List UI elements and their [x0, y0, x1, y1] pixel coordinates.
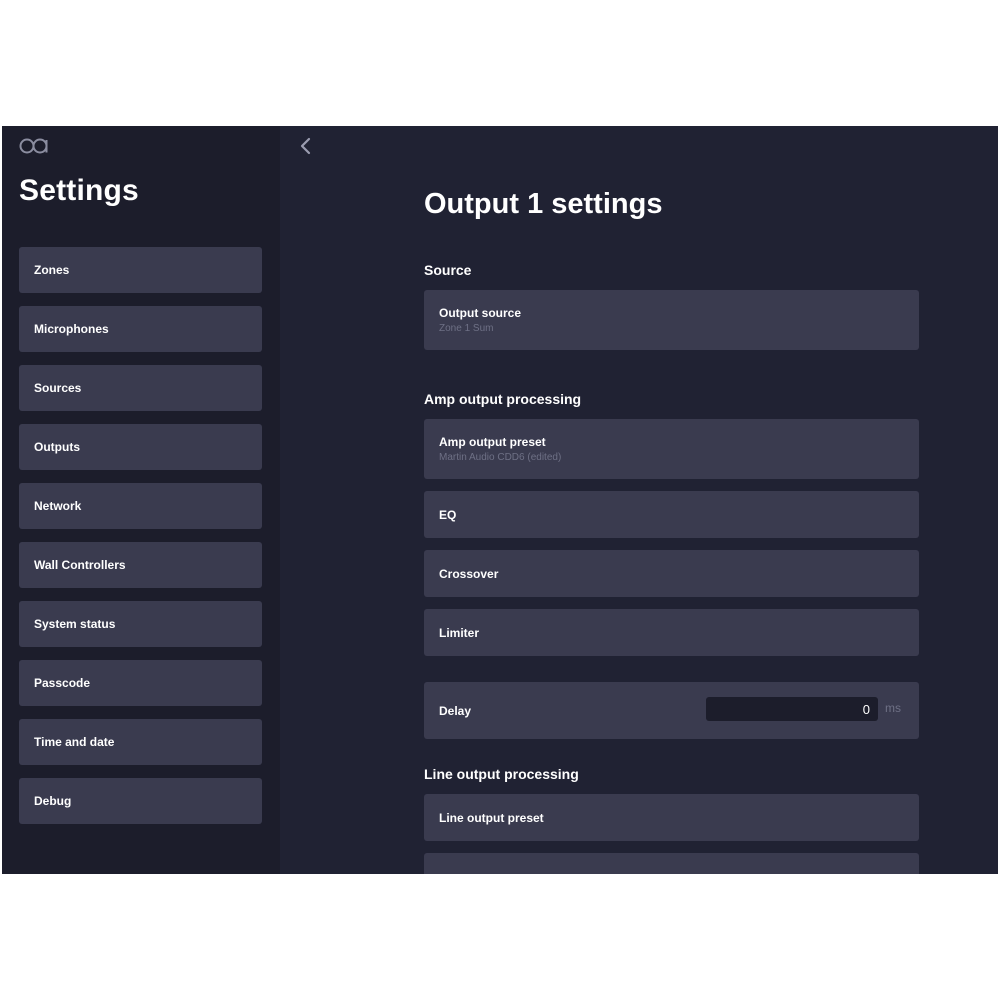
chevron-left-icon [300, 137, 311, 155]
output-source-label: Output source [439, 306, 522, 320]
delay-input[interactable] [706, 697, 878, 721]
back-button[interactable] [294, 134, 318, 158]
line-processing-heading: Line output processing [424, 766, 579, 782]
amp-output-preset-row[interactable]: Amp output preset Martin Audio CDD6 (edi… [424, 419, 919, 479]
delay-row: Delay ms [424, 682, 919, 739]
amp-processing-heading: Amp output processing [424, 391, 582, 407]
sidebar-item-wall-controllers[interactable]: Wall Controllers [19, 542, 262, 588]
amp-eq-row[interactable]: EQ [424, 491, 919, 538]
line-eq-row[interactable]: EQ [424, 853, 919, 874]
sidebar-item-network[interactable]: Network [19, 483, 262, 529]
sidebar-item-zones[interactable]: Zones [19, 247, 262, 293]
page-title: Output 1 settings [424, 188, 663, 220]
delay-label: Delay [439, 703, 472, 718]
sidebar: Settings Zones Microphones Sources Outpu… [2, 126, 280, 874]
delay-unit: ms [885, 701, 901, 715]
line-eq-label: EQ [439, 872, 456, 874]
amp-output-preset-value: Martin Audio CDD6 (edited) [439, 452, 562, 463]
line-output-preset-label: Line output preset [439, 810, 544, 825]
app-window: Settings Zones Microphones Sources Outpu… [2, 126, 998, 874]
sidebar-item-passcode[interactable]: Passcode [19, 660, 262, 706]
sidebar-title: Settings [19, 174, 139, 207]
settings-nav: Zones Microphones Sources Outputs Networ… [19, 247, 262, 837]
crossover-label: Crossover [439, 566, 499, 581]
source-section-heading: Source [424, 262, 472, 278]
crossover-row[interactable]: Crossover [424, 550, 919, 597]
sidebar-item-sources[interactable]: Sources [19, 365, 262, 411]
sidebar-item-debug[interactable]: Debug [19, 778, 262, 824]
line-output-preset-row[interactable]: Line output preset [424, 794, 919, 841]
sidebar-item-microphones[interactable]: Microphones [19, 306, 262, 352]
sidebar-item-system-status[interactable]: System status [19, 601, 262, 647]
amp-eq-label: EQ [439, 507, 457, 522]
limiter-row[interactable]: Limiter [424, 609, 919, 656]
output-source-row[interactable]: Output source Zone 1 Sum [424, 290, 919, 350]
oa-logo [19, 138, 48, 154]
sidebar-item-time-and-date[interactable]: Time and date [19, 719, 262, 765]
output-source-value: Zone 1 Sum [439, 323, 494, 334]
sidebar-item-outputs[interactable]: Outputs [19, 424, 262, 470]
limiter-label: Limiter [439, 625, 480, 640]
amp-output-preset-label: Amp output preset [439, 435, 546, 449]
